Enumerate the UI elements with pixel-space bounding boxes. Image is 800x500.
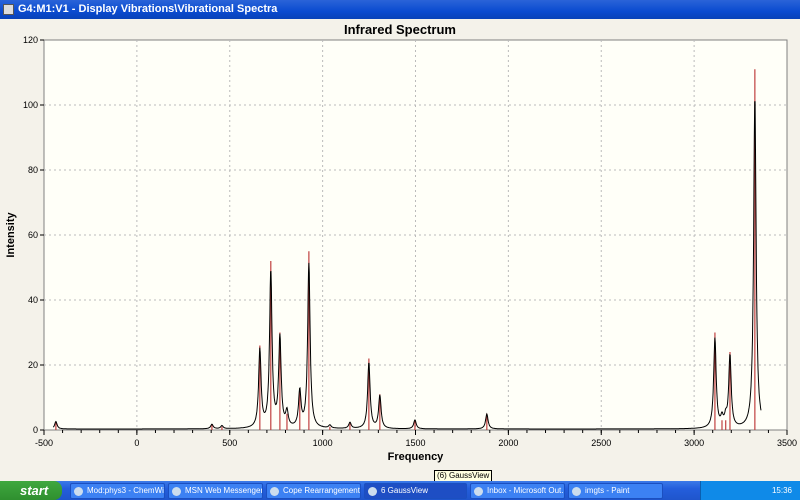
- paint-icon: [572, 487, 581, 496]
- chart-title: Infrared Spectrum: [344, 22, 456, 37]
- y-tick-label: 60: [28, 230, 38, 240]
- x-tick-label: 1500: [405, 438, 425, 448]
- ie-icon: [172, 487, 181, 496]
- gaussview-icon: [368, 487, 377, 496]
- x-tick-label: 3500: [777, 438, 797, 448]
- taskbar: start Mod:phys3 - ChemWi... MSN Web Mess…: [0, 481, 800, 500]
- app-icon: [3, 4, 14, 15]
- window-title: G4:M1:V1 - Display Vibrations\Vibrationa…: [18, 3, 278, 15]
- x-tick-label: 0: [134, 438, 139, 448]
- taskbar-item[interactable]: Mod:phys3 - ChemWi...: [70, 483, 165, 499]
- x-tick-label: 2500: [591, 438, 611, 448]
- y-tick-label: 80: [28, 165, 38, 175]
- taskbar-item-active[interactable]: 6 GaussView: [364, 483, 467, 499]
- y-tick-label: 100: [23, 100, 38, 110]
- outlook-icon: [474, 487, 483, 496]
- start-button[interactable]: start: [0, 481, 62, 500]
- spectrum-window: -500 0 500 1000 1500 2000 2500 3000 3500 0 20 40 60 8…: [0, 19, 800, 481]
- x-tick-label: -500: [35, 438, 53, 448]
- title-bar: G4:M1:V1 - Display Vibrations\Vibrationa…: [0, 0, 800, 19]
- x-axis-label: Frequency: [388, 451, 445, 463]
- ir-spectrum-chart[interactable]: -500 0 500 1000 1500 2000 2500 3000 3500 0 20 40 60 8…: [0, 19, 800, 481]
- x-tick-label: 2000: [498, 438, 518, 448]
- x-tick-label: 500: [222, 438, 237, 448]
- y-axis-label: Intensity: [5, 212, 17, 258]
- taskbar-item[interactable]: imgts - Paint: [568, 483, 663, 499]
- y-tick-label: 0: [33, 425, 38, 435]
- y-tick-label: 20: [28, 360, 38, 370]
- taskbar-item[interactable]: Cope Rearrangement...: [266, 483, 361, 499]
- document-icon: [270, 487, 279, 496]
- clock: 15:36: [771, 486, 792, 495]
- y-tick-label: 40: [28, 295, 38, 305]
- taskbar-item[interactable]: Inbox - Microsoft Out...: [470, 483, 565, 499]
- x-tick-label: 1000: [313, 438, 333, 448]
- ie-icon: [74, 487, 83, 496]
- x-tick-label: 3000: [684, 438, 704, 448]
- system-tray: 15:36: [700, 481, 800, 500]
- taskbar-item[interactable]: MSN Web Messenger ...: [168, 483, 263, 499]
